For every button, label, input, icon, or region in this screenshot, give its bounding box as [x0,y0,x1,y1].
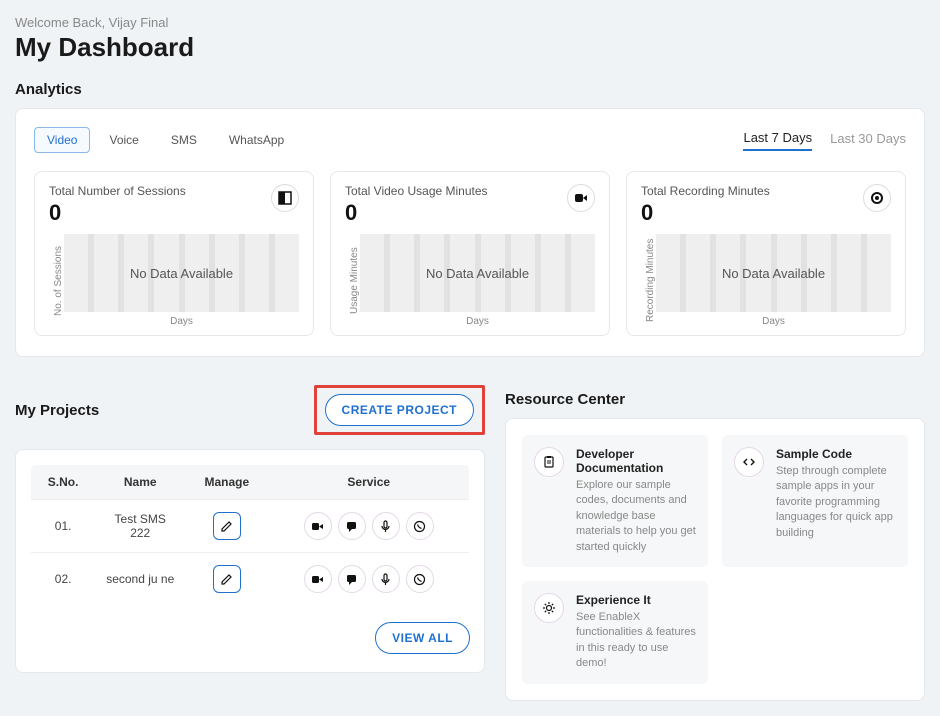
page-title: My Dashboard [15,32,925,63]
metric-label: Total Number of Sessions [49,184,186,198]
resource-desc: Explore our sample codes, documents and … [576,478,696,555]
service-video-icon[interactable] [304,565,332,593]
view-all-button[interactable]: VIEW ALL [375,622,470,654]
tab-sms[interactable]: SMS [158,127,210,153]
resource-developer-docs[interactable]: Developer Documentation Explore our samp… [522,435,708,567]
metrics-row: Total Number of Sessions 0 No. of Sessio… [34,171,906,336]
service-chat-icon[interactable] [338,565,366,593]
manage-button[interactable] [213,565,241,593]
metric-recording: Total Recording Minutes 0 Recording Minu… [626,171,906,336]
sessions-icon [271,184,299,212]
chart-ylabel: Usage Minutes [345,234,360,327]
chart-xlabel: Days [360,316,595,327]
record-icon [863,184,891,212]
metric-video-usage: Total Video Usage Minutes 0 Usage Minute… [330,171,610,336]
service-video-icon[interactable] [304,512,332,540]
analytics-card: Video Voice SMS WhatsApp Last 7 Days Las… [15,108,925,357]
metric-value: 0 [641,200,770,226]
metric-value: 0 [345,200,488,226]
metric-sessions: Total Number of Sessions 0 No. of Sessio… [34,171,314,336]
tab-voice[interactable]: Voice [96,127,151,153]
service-voice-icon[interactable] [372,565,400,593]
range-30-days[interactable]: Last 30 Days [830,131,906,150]
no-data-text: No Data Available [130,266,233,281]
chart-ylabel: Recording Minutes [641,234,656,327]
analytics-title: Analytics [15,81,925,98]
resource-title: Experience It [576,593,696,607]
resources-title: Resource Center [505,391,925,408]
projects-table: S.No. Name Manage Service 01. Test SMS 2… [30,464,470,606]
resource-desc: Step through complete sample apps in you… [776,464,896,541]
resource-title: Sample Code [776,447,896,461]
resource-title: Developer Documentation [576,447,696,475]
th-name: Name [95,465,185,500]
metric-label: Total Recording Minutes [641,184,770,198]
chart-area: No Data Available [360,234,595,312]
resource-experience-it[interactable]: Experience It See EnableX functionalitie… [522,581,708,684]
chart-xlabel: Days [656,316,891,327]
create-project-highlight: CREATE PROJECT [314,385,485,435]
create-project-button[interactable]: CREATE PROJECT [325,394,474,426]
metric-value: 0 [49,200,186,226]
cell-name: Test SMS 222 [95,500,185,553]
chart-area: No Data Available [64,234,299,312]
resource-desc: See EnableX functionalities & features i… [576,610,696,672]
tabs-row: Video Voice SMS WhatsApp Last 7 Days Las… [34,127,906,153]
gear-icon [534,593,564,623]
resources-card: Developer Documentation Explore our samp… [505,418,925,701]
tab-whatsapp[interactable]: WhatsApp [216,127,297,153]
cell-name: second ju ne [95,553,185,606]
video-icon [567,184,595,212]
project-row: 01. Test SMS 222 [31,500,470,553]
project-row: 02. second ju ne [31,553,470,606]
metric-label: Total Video Usage Minutes [345,184,488,198]
no-data-text: No Data Available [426,266,529,281]
code-icon [734,447,764,477]
th-sno: S.No. [31,465,96,500]
cell-sno: 01. [31,500,96,553]
welcome-text: Welcome Back, Vijay Final [15,15,925,30]
cell-sno: 02. [31,553,96,606]
chart-ylabel: No. of Sessions [49,234,64,327]
range-7-days[interactable]: Last 7 Days [743,130,812,151]
manage-button[interactable] [213,512,241,540]
projects-card: S.No. Name Manage Service 01. Test SMS 2… [15,449,485,673]
channel-tabs: Video Voice SMS WhatsApp [34,127,297,153]
th-service: Service [268,465,469,500]
projects-title: My Projects [15,402,99,419]
service-whatsapp-icon[interactable] [406,512,434,540]
tab-video[interactable]: Video [34,127,90,153]
service-whatsapp-icon[interactable] [406,565,434,593]
service-voice-icon[interactable] [372,512,400,540]
service-chat-icon[interactable] [338,512,366,540]
no-data-text: No Data Available [722,266,825,281]
range-tabs: Last 7 Days Last 30 Days [743,130,906,151]
chart-xlabel: Days [64,316,299,327]
resource-sample-code[interactable]: Sample Code Step through complete sample… [722,435,908,567]
chart-area: No Data Available [656,234,891,312]
th-manage: Manage [185,465,268,500]
clipboard-icon [534,447,564,477]
